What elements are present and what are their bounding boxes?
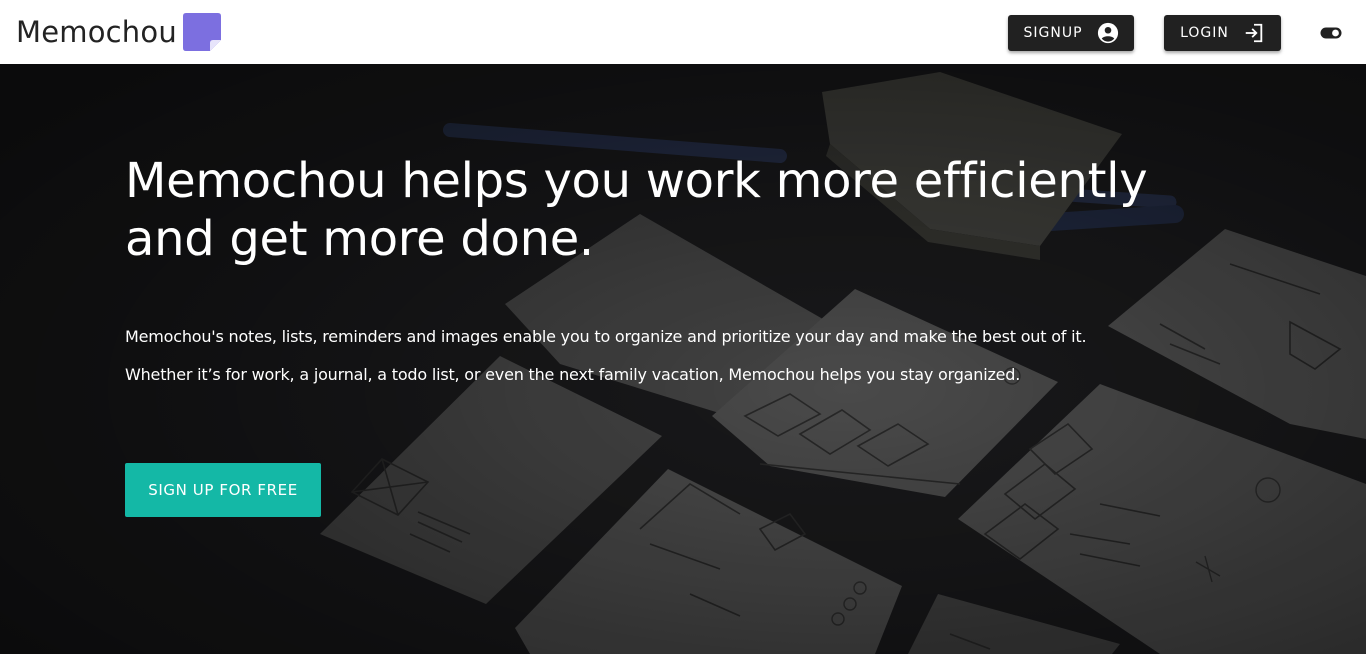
signup-button[interactable]: SIGNUP — [1008, 15, 1134, 51]
hero-title-line-2: and get more done. — [125, 211, 594, 267]
sticky-note-icon — [182, 13, 221, 51]
theme-toggle-icon[interactable] — [1320, 27, 1342, 39]
login-arrow-icon — [1245, 23, 1263, 43]
hero-description-2: Whether it’s for work, a journal, a todo… — [125, 365, 1021, 384]
top-app-bar: Memochou SIGNUP LOGIN — [0, 0, 1366, 64]
login-button[interactable]: LOGIN — [1164, 15, 1281, 51]
hero-title: Memochou helps you work more efficiently… — [125, 152, 1225, 268]
brand-name: Memochou — [16, 15, 177, 49]
hero-title-line-1: Memochou helps you work more efficiently — [125, 153, 1148, 209]
hero-description-1: Memochou's notes, lists, reminders and i… — [125, 327, 1087, 346]
login-button-label: LOGIN — [1180, 25, 1229, 41]
signup-button-label: SIGNUP — [1023, 25, 1083, 41]
hero-section: Memochou helps you work more efficiently… — [0, 64, 1366, 654]
signup-for-free-button[interactable]: SIGN UP FOR FREE — [125, 463, 321, 517]
brand-home-link[interactable]: Memochou — [16, 12, 221, 52]
account-circle-icon — [1097, 22, 1118, 44]
